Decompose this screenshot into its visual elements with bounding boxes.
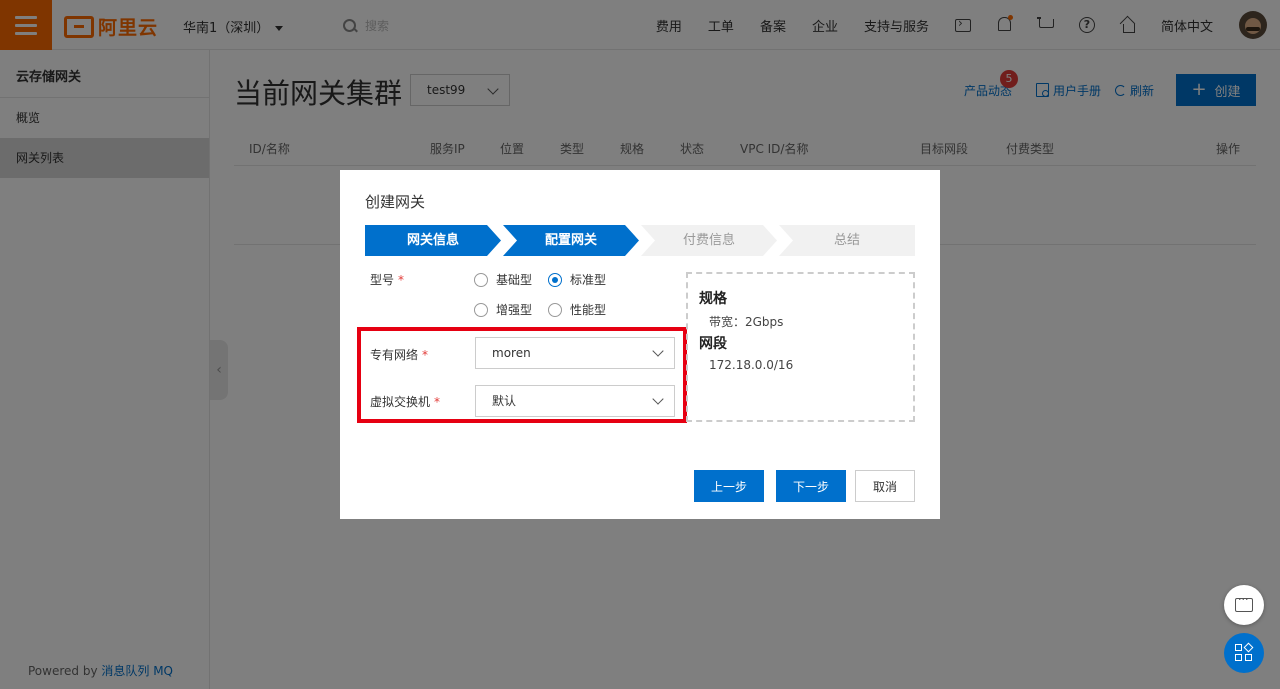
required-mark: * [398,273,405,287]
radio-performance-label: 性能型 [570,303,607,317]
dialog-title: 创建网关 [365,193,426,211]
step-billing-info: 付费信息 [641,225,777,256]
step-indicator: 网关信息 配置网关 付费信息 总结 [365,225,915,256]
apps-grid-icon [1235,642,1254,662]
next-step-button[interactable]: 下一步 [776,470,846,502]
radio-icon [474,272,488,287]
spec-panel: 规格 带宽：2Gbps 网段 172.18.0.0/16 [686,272,915,422]
segment-value: 172.18.0.0/16 [709,358,794,372]
radio-checked-icon [548,272,562,287]
radio-icon [474,302,488,317]
radio-performance[interactable]: 性能型 [548,301,606,318]
model-label-text: 型号 [370,273,395,287]
segment-heading: 网段 [699,336,727,352]
radio-basic-label: 基础型 [496,273,533,287]
radio-enhanced[interactable]: 增强型 [474,301,532,318]
radio-standard-label: 标准型 [570,273,607,287]
step-summary: 总结 [779,225,915,256]
cancel-button[interactable]: 取消 [855,470,915,502]
bandwidth-value: 带宽：2Gbps [709,315,784,329]
prev-step-button[interactable]: 上一步 [694,470,764,502]
annotation-highlight-box [357,327,687,423]
create-gateway-dialog: 创建网关 网关信息 配置网关 付费信息 总结 型号 * 基础型 标准型 增强型 性… [340,170,940,519]
spec-heading: 规格 [699,291,727,307]
step-configure-gateway: 配置网关 [503,225,639,256]
model-label: 型号 * [370,271,404,288]
step-gateway-info: 网关信息 [365,225,501,256]
apps-button[interactable] [1224,633,1264,673]
radio-icon [548,302,562,317]
radio-standard[interactable]: 标准型 [548,271,606,288]
radio-enhanced-label: 增强型 [496,303,533,317]
chat-icon [1235,593,1253,612]
radio-basic[interactable]: 基础型 [474,271,532,288]
chat-button[interactable] [1224,585,1264,625]
